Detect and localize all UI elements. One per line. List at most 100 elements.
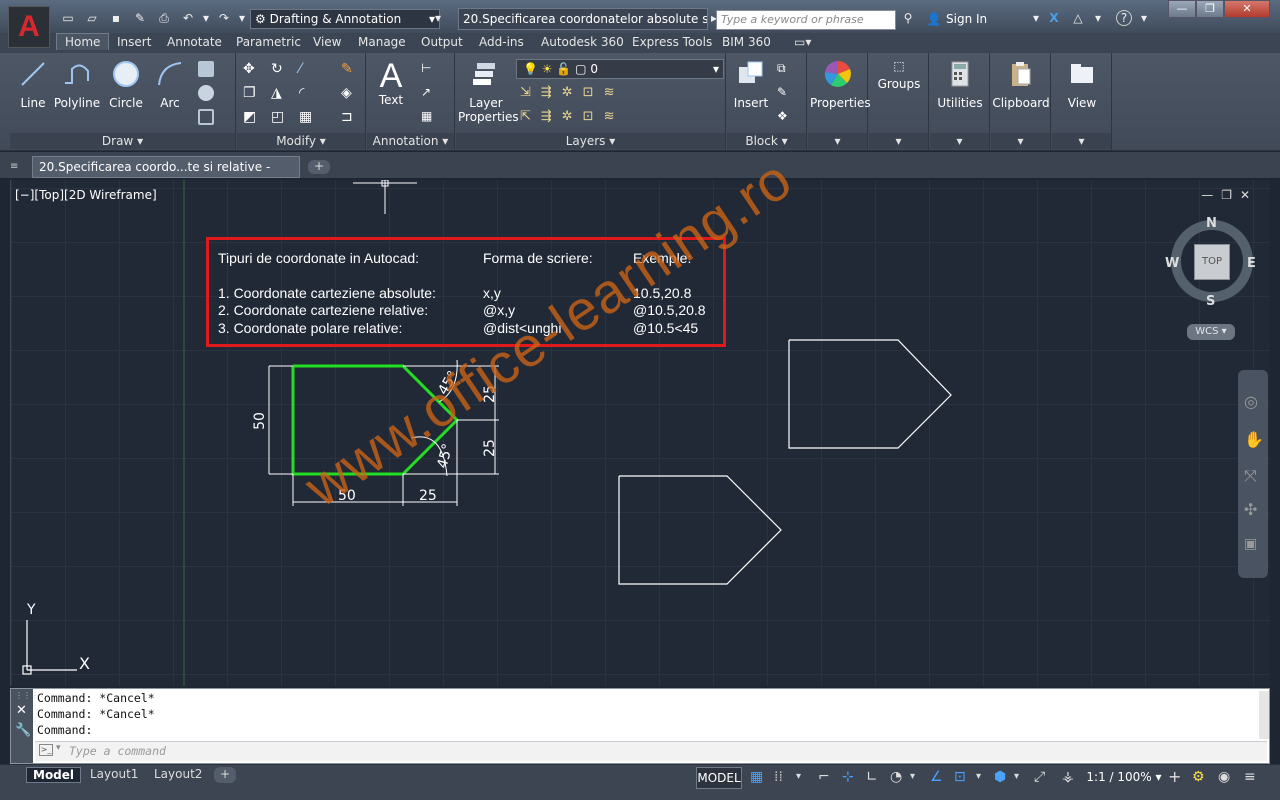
tab-home[interactable]: Home xyxy=(56,33,110,50)
clipboard-button[interactable]: Clipboard xyxy=(991,59,1051,110)
infer-constraints-icon[interactable]: ⌐ xyxy=(818,770,836,784)
copy-icon[interactable]: ❐ xyxy=(243,85,259,101)
command-prompt-icon[interactable]: >_ xyxy=(39,744,53,756)
tab-manage[interactable]: Manage xyxy=(358,35,406,49)
layer-dropdown[interactable]: 💡 ☀ 🔓 ▢ 0 ▾ xyxy=(516,59,724,79)
hardware-acceleration-icon[interactable]: ◉ xyxy=(1218,770,1236,784)
groups-dropdown-icon[interactable]: ▾ xyxy=(869,133,928,149)
polyline-button[interactable]: Polyline xyxy=(52,59,102,110)
ortho-icon[interactable]: ∟ xyxy=(866,770,884,784)
help-icon[interactable]: ? xyxy=(1116,10,1132,26)
osnap-dropdown-icon[interactable]: ▾ xyxy=(976,770,994,784)
layer-tools-row-2[interactable]: ⇱⇶✲⊡≋ xyxy=(520,109,624,124)
hatch-icon[interactable] xyxy=(198,85,214,101)
viewcube-south[interactable]: S xyxy=(1206,294,1215,309)
add-scale-icon[interactable]: + xyxy=(1168,769,1186,785)
annotation-scale-icon[interactable]: ⚶ xyxy=(1062,770,1080,784)
attribute-icon[interactable]: ❖ xyxy=(777,109,793,125)
minimize-button[interactable]: — xyxy=(1168,0,1196,18)
move-icon[interactable]: ✥ xyxy=(243,61,259,77)
ribbon-options-icon[interactable]: ▭▾ xyxy=(794,35,811,49)
utilities-dropdown-icon[interactable]: ▾ xyxy=(930,133,989,149)
a360-icon[interactable]: △ xyxy=(1070,10,1086,26)
groups-button[interactable]: ⬚ Groups xyxy=(871,59,927,91)
tab-bim-360[interactable]: BIM 360 xyxy=(722,35,771,49)
search-input[interactable]: Type a keyword or phrase xyxy=(716,10,896,30)
explode-icon[interactable]: ◈ xyxy=(341,85,357,101)
layout-tab-layout1[interactable]: Layout1 xyxy=(84,767,144,783)
drawing-canvas[interactable]: [−][Top][2D Wireframe] —❐✕ 50 45° 25 45°… xyxy=(10,147,1270,686)
view-panel[interactable]: View ▾ xyxy=(1052,53,1112,151)
redo-dropdown-icon[interactable]: ▾ xyxy=(234,10,250,26)
annotation-panel-title[interactable]: Annotation ▾ xyxy=(367,133,454,149)
stretch-icon[interactable]: ◩ xyxy=(243,109,259,125)
wcs-dropdown[interactable]: WCS ▾ xyxy=(1187,324,1235,340)
edit-block-icon[interactable]: ✎ xyxy=(777,85,793,101)
fillet-icon[interactable]: ◜ xyxy=(299,85,315,101)
draw-panel-title[interactable]: Draw ▾ xyxy=(10,133,235,149)
table-icon[interactable]: ▦ xyxy=(421,109,437,125)
snap-icon[interactable]: ⁞⁞ xyxy=(774,770,792,784)
viewcube-north[interactable]: N xyxy=(1206,216,1217,231)
pan-hand-icon[interactable]: ✋ xyxy=(1244,430,1264,449)
document-tab[interactable]: 20.Specificarea coordo...te si relative … xyxy=(32,156,300,194)
workspace-switch-icon[interactable]: ⚙ xyxy=(1192,770,1210,784)
model-space-button[interactable]: MODEL xyxy=(696,767,742,789)
exchange-apps-icon[interactable]: X xyxy=(1046,10,1062,26)
view-button[interactable]: View xyxy=(1054,59,1110,110)
close-button[interactable]: ✕ xyxy=(1224,0,1270,18)
viewcube-east[interactable]: E xyxy=(1247,256,1256,271)
tab-annotate[interactable]: Annotate xyxy=(167,35,222,49)
viewcube-west[interactable]: W xyxy=(1165,256,1179,271)
new-layout-button[interactable]: + xyxy=(214,767,237,783)
application-menu-button[interactable]: A xyxy=(8,6,50,48)
steering-wheel-icon[interactable]: ◎ xyxy=(1244,392,1258,411)
object-snap-tracking-icon[interactable]: ⊡ xyxy=(954,770,972,784)
array-icon[interactable]: ▦ xyxy=(299,109,315,125)
tab-view[interactable]: View xyxy=(313,35,341,49)
maximize-button[interactable]: ❐ xyxy=(1196,0,1224,18)
sign-in-link[interactable]: Sign In xyxy=(946,12,987,26)
offset-icon[interactable]: ⊐ xyxy=(341,109,357,125)
grid-icon[interactable]: ▦ xyxy=(750,770,768,784)
new-tab-button[interactable]: + xyxy=(308,160,330,174)
annotation-monitor-icon[interactable]: ⤢ xyxy=(1034,770,1052,784)
binoculars-icon[interactable]: ⚲ xyxy=(900,10,916,26)
modify-panel-title[interactable]: Modify ▾ xyxy=(237,133,365,149)
showmotion-icon[interactable]: ▣ xyxy=(1244,536,1257,552)
utilities-panel[interactable]: Utilities ▾ xyxy=(930,53,990,151)
new-icon[interactable]: ▭ xyxy=(60,10,76,26)
rotate-icon[interactable]: ↻ xyxy=(271,61,287,77)
utilities-button[interactable]: Utilities xyxy=(932,59,988,110)
quick-access-menu-icon[interactable]: ▾ xyxy=(430,10,446,26)
print-icon[interactable]: ⎙ xyxy=(156,10,172,26)
annotation-scale-dropdown[interactable]: 1:1 / 100% ▾ xyxy=(1086,767,1162,789)
leader-icon[interactable]: ↗ xyxy=(421,85,437,101)
osnap-settings-dropdown-icon[interactable]: ▾ xyxy=(1014,770,1032,784)
save-icon[interactable]: ▪ xyxy=(108,10,124,26)
command-input[interactable]: Type a command xyxy=(35,741,1267,761)
isodraft-icon[interactable]: ∠ xyxy=(930,770,948,784)
tab-parametric[interactable]: Parametric xyxy=(236,35,301,49)
layer-properties-button[interactable]: Layer Properties xyxy=(458,59,519,124)
layout-tab-layout2[interactable]: Layout2 xyxy=(148,767,208,783)
region-icon[interactable] xyxy=(198,109,214,125)
text-button[interactable]: A Text xyxy=(373,59,409,107)
polar-tracking-icon[interactable]: ◔ xyxy=(890,770,908,784)
grip-icon[interactable]: ⋮⋮⋮ xyxy=(15,691,39,700)
a360-dropdown-icon[interactable]: ▾ xyxy=(1090,10,1106,26)
line-button[interactable]: Line xyxy=(16,59,50,110)
properties-panel[interactable]: Properties ▾ xyxy=(808,53,871,151)
viewcube-top-face[interactable]: TOP xyxy=(1194,244,1230,280)
arc-button[interactable]: Arc xyxy=(150,59,190,110)
circle-button[interactable]: Circle xyxy=(106,59,146,110)
dimension-icon[interactable]: ⊢ xyxy=(421,61,437,77)
open-icon[interactable]: ▱ xyxy=(84,10,100,26)
save-as-icon[interactable]: ✎ xyxy=(132,10,148,26)
command-scrollbar[interactable] xyxy=(1259,691,1269,739)
trim-icon[interactable]: ⁄ xyxy=(299,61,315,77)
polar-dropdown-icon[interactable]: ▾ xyxy=(910,770,928,784)
object-snap-icon[interactable]: ⬢ xyxy=(994,770,1012,784)
mirror-icon[interactable]: ◮ xyxy=(271,85,287,101)
snap-dropdown-icon[interactable]: ▾ xyxy=(796,770,814,784)
